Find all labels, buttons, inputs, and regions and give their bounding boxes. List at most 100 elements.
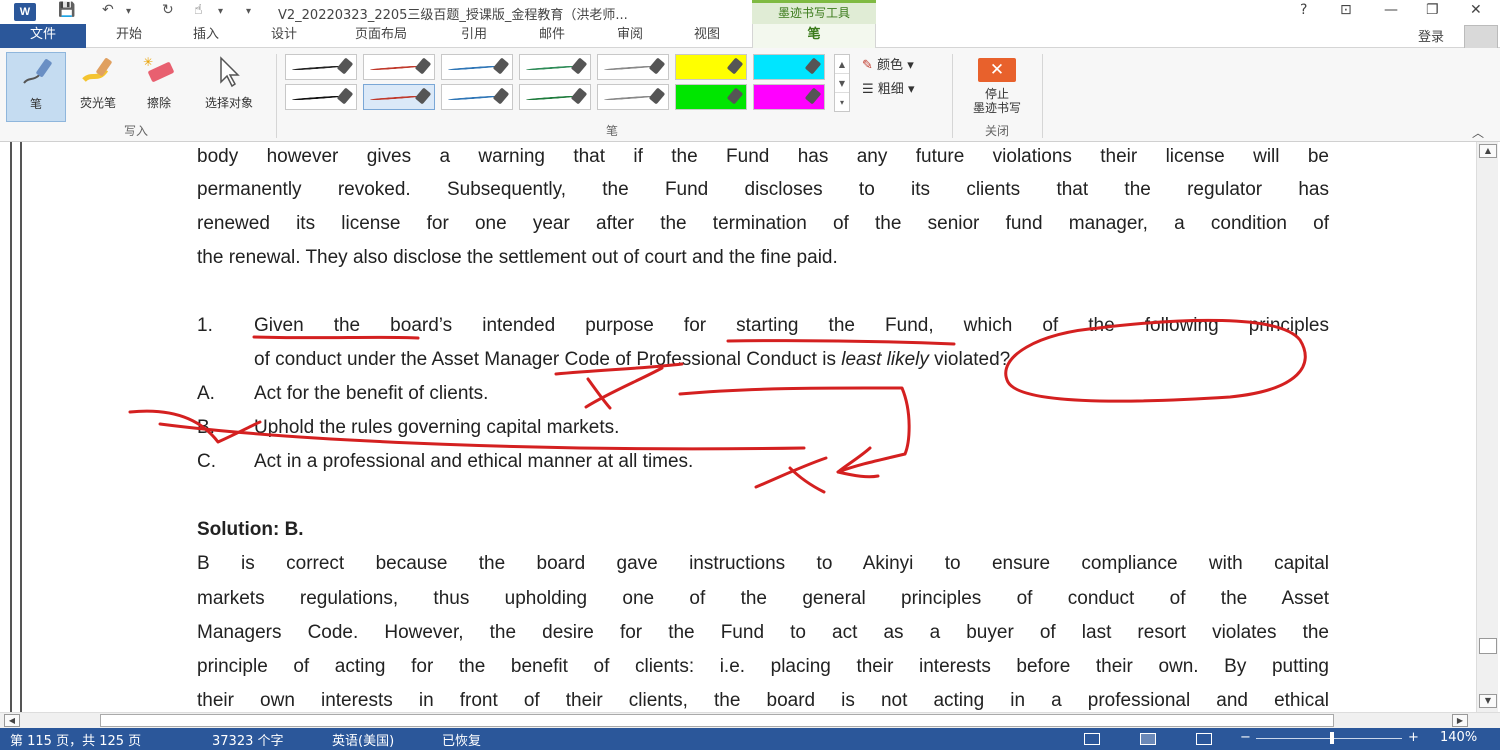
pen-swatch[interactable]	[519, 54, 591, 80]
color-label: 颜色	[877, 58, 904, 73]
scroll-down-icon[interactable]: ▼	[1479, 694, 1497, 708]
word-count[interactable]: 37323 个字	[212, 730, 284, 749]
pen-swatch[interactable]	[285, 54, 357, 80]
page-edge	[10, 142, 22, 712]
vertical-scroll-thumb[interactable]	[1479, 638, 1497, 654]
tab-home[interactable]: 开始	[104, 24, 154, 48]
ink-arrow-stroke	[678, 386, 911, 474]
pen-tool-button[interactable]: 笔	[6, 52, 66, 122]
option-text: Uphold the rules governing capital marke…	[254, 417, 620, 438]
pen-stroke-preview	[369, 65, 421, 71]
eraser-tool-button[interactable]: ✳ 擦除	[132, 52, 186, 122]
pen-stroke-preview	[291, 65, 343, 71]
pen-swatch[interactable]	[441, 84, 513, 110]
svg-text:✳: ✳	[143, 55, 153, 69]
stop-inking-label: 停止 墨迹书写	[958, 87, 1036, 115]
page-count[interactable]: 第 115 页，共 125 页	[10, 730, 141, 749]
undo-icon[interactable]: ↶	[102, 2, 114, 18]
pen-swatch[interactable]	[597, 84, 669, 110]
tab-mailings[interactable]: 邮件	[527, 24, 577, 48]
restore-button[interactable]: ❐	[1426, 2, 1439, 18]
zoom-level[interactable]: 140%	[1440, 730, 1477, 745]
vertical-scrollbar[interactable]: ▲ ▼	[1476, 142, 1498, 712]
horizontal-scroll-thumb[interactable]	[100, 714, 1334, 727]
ink-strike-stroke	[128, 409, 262, 444]
minimize-button[interactable]: —	[1384, 2, 1398, 18]
pen-stroke-preview	[525, 95, 577, 101]
pen-nib-icon	[492, 87, 510, 105]
gallery-scroll[interactable]: ▲ ▼ ▾	[834, 54, 850, 112]
ribbon-display-options-icon[interactable]: ⊡	[1340, 2, 1352, 18]
save-icon[interactable]: 💾	[58, 2, 75, 18]
pen-stroke-preview	[447, 65, 499, 71]
tab-file[interactable]: 文件	[0, 24, 86, 48]
pen-nib-icon	[570, 87, 588, 105]
group-divider	[276, 54, 277, 138]
gallery-up-icon[interactable]: ▲	[835, 55, 849, 74]
login-link[interactable]: 登录	[1418, 26, 1444, 45]
tab-references[interactable]: 引用	[449, 24, 499, 48]
undo-dropdown-icon[interactable]: ▾	[126, 6, 131, 17]
zoom-slider-thumb[interactable]	[1330, 732, 1334, 744]
help-icon[interactable]: ?	[1300, 2, 1307, 18]
gallery-expand-icon[interactable]: ▾	[835, 93, 849, 112]
scroll-right-icon[interactable]: ▶	[1452, 714, 1468, 727]
select-objects-button[interactable]: 选择对象	[190, 52, 268, 122]
paragraph-line: renewed its license for one year after t…	[197, 213, 1329, 234]
zoom-out-button[interactable]: −	[1240, 730, 1251, 745]
highlighter-swatch[interactable]	[753, 84, 825, 110]
touch-mode-icon[interactable]: ☝	[194, 2, 203, 18]
scroll-up-icon[interactable]: ▲	[1479, 144, 1497, 158]
word-app-icon[interactable]: W	[14, 3, 36, 21]
pen-swatch[interactable]	[285, 84, 357, 110]
read-mode-icon[interactable]	[1084, 733, 1100, 745]
touch-dropdown-icon[interactable]: ▾	[218, 6, 223, 17]
scroll-left-icon[interactable]: ◀	[4, 714, 20, 727]
ink-cross-stroke	[586, 377, 612, 410]
language-indicator[interactable]: 英语(美国)	[332, 730, 394, 749]
gallery-down-icon[interactable]: ▼	[835, 74, 849, 93]
ribbon-pen: 笔 荧光笔 ✳ 擦除 选择对象 写入 ▲ ▼ ▾ ✎ 颜色 ▾ ☰ 粗细 ▾ 笔…	[0, 48, 1500, 142]
tab-insert[interactable]: 插入	[181, 24, 231, 48]
ink-arrow-head-stroke	[836, 446, 880, 479]
pen-icon	[18, 55, 54, 91]
redo-icon[interactable]: ↻	[162, 2, 174, 18]
highlighter-icon	[80, 54, 116, 90]
pen-swatch[interactable]	[363, 84, 435, 110]
web-layout-icon[interactable]	[1196, 733, 1212, 745]
group-divider	[952, 54, 953, 138]
color-dropdown[interactable]: ✎ 颜色 ▾	[862, 54, 914, 73]
highlighter-tool-label: 荧光笔	[79, 96, 116, 110]
collapse-ribbon-icon[interactable]: ︿	[1472, 124, 1484, 141]
tab-view[interactable]: 视图	[682, 24, 732, 48]
customize-qat-icon[interactable]: ▾	[246, 6, 251, 17]
horizontal-scrollbar[interactable]: ◀ ▶	[0, 712, 1500, 728]
zoom-in-button[interactable]: +	[1408, 730, 1419, 745]
pen-swatch[interactable]	[363, 54, 435, 80]
pen-swatch[interactable]	[441, 54, 513, 80]
ribbon-tabs: 文件 开始 插入 设计 页面布局 引用 邮件 审阅 视图 笔	[0, 24, 1500, 48]
close-button[interactable]: ✕	[1470, 2, 1482, 18]
highlighter-swatch[interactable]	[675, 54, 747, 80]
tab-review[interactable]: 审阅	[605, 24, 655, 48]
weight-dropdown[interactable]: ☰ 粗细 ▾	[862, 78, 914, 97]
pen-swatch[interactable]	[519, 84, 591, 110]
paragraph-line: body however gives a warning that if the…	[197, 146, 1329, 167]
pens-group-label: 笔	[605, 124, 618, 138]
avatar[interactable]	[1464, 25, 1498, 49]
highlighter-swatch[interactable]	[675, 84, 747, 110]
print-layout-icon[interactable]	[1140, 733, 1156, 745]
pen-stroke-preview	[291, 95, 343, 101]
highlighter-swatch[interactable]	[753, 54, 825, 80]
solution-line: markets regulations, thus upholding one …	[197, 588, 1329, 609]
pen-swatch[interactable]	[597, 54, 669, 80]
option-text: Act in a professional and ethical manner…	[254, 451, 694, 472]
zoom-slider[interactable]	[1256, 738, 1402, 739]
tab-pen[interactable]: 笔	[752, 24, 876, 48]
status-bar: 第 115 页，共 125 页 37323 个字 英语(美国) 已恢复 − + …	[0, 728, 1500, 750]
highlighter-tool-button[interactable]: 荧光笔	[68, 52, 128, 122]
tab-page-layout[interactable]: 页面布局	[338, 24, 424, 48]
tab-design[interactable]: 设计	[259, 24, 309, 48]
question-emphasis: least likely	[841, 349, 929, 370]
pen-stroke-preview	[369, 95, 421, 101]
